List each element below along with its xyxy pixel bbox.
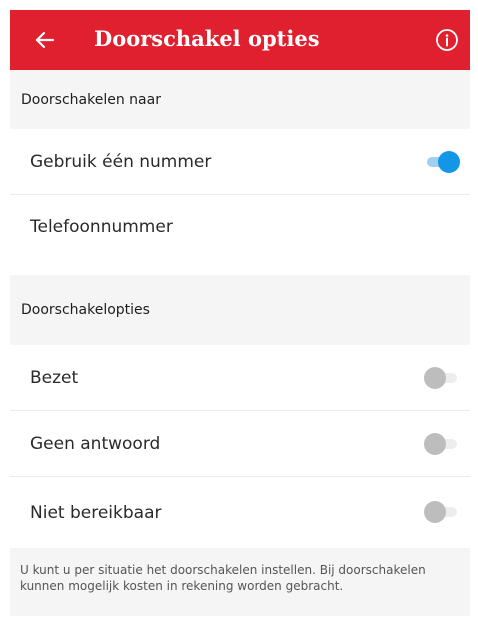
section-header-forward-to: Doorschakelen naar bbox=[10, 70, 470, 129]
toggle-thumb bbox=[424, 501, 446, 523]
section-label: Doorschakelopties bbox=[21, 302, 150, 318]
toggle-thumb bbox=[438, 151, 460, 173]
phone-number-field[interactable]: Telefoonnummer bbox=[10, 195, 470, 275]
option-row-no-answer[interactable]: Geen antwoord bbox=[10, 411, 470, 477]
option-row-busy[interactable]: Bezet bbox=[10, 345, 470, 411]
back-button[interactable] bbox=[30, 25, 60, 55]
no-answer-toggle[interactable] bbox=[424, 433, 460, 455]
field-label: Telefoonnummer bbox=[30, 217, 173, 237]
option-row-unreachable[interactable]: Niet bereikbaar bbox=[10, 477, 470, 548]
use-one-number-toggle[interactable] bbox=[424, 151, 460, 173]
use-one-number-row[interactable]: Gebruik één nummer bbox=[10, 129, 470, 195]
page-title: Doorschakel opties bbox=[94, 26, 320, 51]
footer-text: U kunt u per situatie het doorschakelen … bbox=[20, 563, 426, 593]
info-button[interactable] bbox=[434, 27, 460, 53]
toggle-thumb bbox=[424, 433, 446, 455]
info-circle-icon bbox=[436, 29, 458, 51]
app-bar: Doorschakel opties bbox=[10, 10, 470, 70]
busy-toggle[interactable] bbox=[424, 367, 460, 389]
unreachable-toggle[interactable] bbox=[424, 501, 460, 523]
row-label: Niet bereikbaar bbox=[30, 502, 162, 523]
footer-note: U kunt u per situatie het doorschakelen … bbox=[10, 548, 470, 616]
row-label: Bezet bbox=[30, 367, 79, 388]
arrow-left-icon bbox=[35, 31, 55, 49]
section-header-options: Doorschakelopties bbox=[10, 275, 470, 345]
forwarding-options-screen: Doorschakel opties Doorschakelen naar Ge… bbox=[0, 0, 478, 626]
toggle-thumb bbox=[424, 367, 446, 389]
row-label: Gebruik één nummer bbox=[30, 151, 212, 172]
row-label: Geen antwoord bbox=[30, 433, 161, 454]
section-label: Doorschakelen naar bbox=[21, 91, 161, 108]
